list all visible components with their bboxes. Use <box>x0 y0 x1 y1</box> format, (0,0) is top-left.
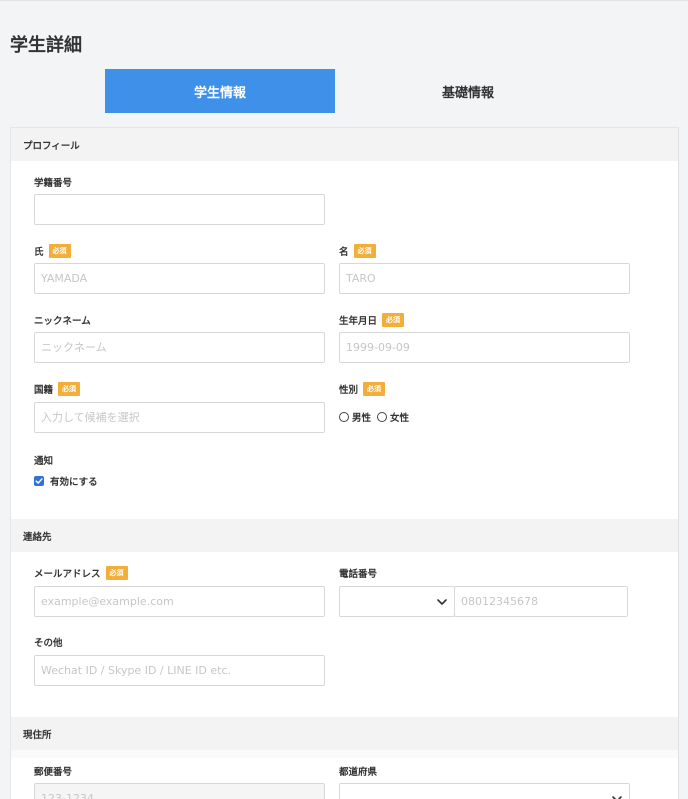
phone-number-input[interactable] <box>454 586 628 617</box>
postal-code-label: 郵便番号 <box>34 763 72 779</box>
notification-checkbox-label: 有効にする <box>50 477 98 488</box>
nickname-label-text: ニックネーム <box>34 316 91 327</box>
first-name-label-text: 名 <box>339 247 349 258</box>
check-icon <box>35 478 43 484</box>
first-name-input[interactable] <box>339 263 630 294</box>
required-badge: 必須 <box>363 382 386 396</box>
required-badge: 必須 <box>48 244 71 258</box>
gender-label-text: 性別 <box>339 385 359 396</box>
prefecture-label-text: 都道府県 <box>339 767 378 778</box>
prefecture-label: 都道府県 <box>339 763 377 779</box>
nationality-label: 国籍 必須 <box>34 381 81 397</box>
notification-label-text: 通知 <box>34 456 54 467</box>
student-detail-card: プロフィール 学籍番号 氏 必須 名 必須 ニックネーム 生年月日 必須 国籍 … <box>10 127 679 799</box>
gender-option-female-label: 女性 <box>390 413 410 424</box>
chevron-down-icon <box>437 599 447 605</box>
section-header-profile: プロフィール <box>11 128 678 161</box>
tab-basic-info[interactable]: 基礎情報 <box>350 69 586 113</box>
last-name-label: 氏 必須 <box>34 243 71 259</box>
nationality-label-text: 国籍 <box>34 385 54 396</box>
gender-option-male-label: 男性 <box>352 413 372 424</box>
phone-label-text: 電話番号 <box>339 569 378 580</box>
first-name-label: 名 必須 <box>339 243 376 259</box>
other-contact-label-text: その他 <box>34 638 63 649</box>
last-name-input[interactable] <box>34 263 325 294</box>
tab-student-info[interactable]: 学生情報 <box>105 69 335 113</box>
gender-label: 性別 必須 <box>339 381 386 397</box>
other-contact-input[interactable] <box>34 655 325 686</box>
student-number-label-text: 学籍番号 <box>34 178 73 189</box>
required-badge: 必須 <box>382 313 405 327</box>
phone-country-select[interactable] <box>339 586 455 617</box>
section-header-contact: 連絡先 <box>11 519 678 552</box>
phone-label: 電話番号 <box>339 565 377 581</box>
other-contact-label: その他 <box>34 634 63 650</box>
birthdate-input[interactable] <box>339 332 630 363</box>
section-spacer <box>11 750 678 758</box>
postal-code-input[interactable] <box>34 783 325 799</box>
last-name-label-text: 氏 <box>34 247 44 258</box>
email-input[interactable] <box>34 586 325 617</box>
email-label-text: メールアドレス <box>34 569 101 580</box>
email-label: メールアドレス 必須 <box>34 565 128 581</box>
page-title: 学生詳細 <box>10 35 82 56</box>
required-badge: 必須 <box>58 382 81 396</box>
gender-option-male[interactable]: 男性 <box>339 410 371 424</box>
notification-label: 通知 <box>34 452 53 468</box>
birthdate-label: 生年月日 必須 <box>339 312 405 328</box>
nickname-label: ニックネーム <box>34 312 91 328</box>
student-number-label: 学籍番号 <box>34 174 72 190</box>
required-badge: 必須 <box>353 244 376 258</box>
required-badge: 必須 <box>105 566 128 580</box>
birthdate-label-text: 生年月日 <box>339 316 378 327</box>
student-number-input[interactable] <box>34 194 325 225</box>
chevron-down-icon <box>612 796 622 799</box>
nationality-input[interactable] <box>34 402 325 433</box>
postal-code-label-text: 郵便番号 <box>34 767 73 778</box>
gender-option-female[interactable]: 女性 <box>377 410 409 424</box>
top-divider <box>0 0 688 1</box>
radio-male[interactable] <box>339 412 349 422</box>
radio-female[interactable] <box>377 412 388 422</box>
gender-radio-group: 男性 女性 <box>339 410 415 424</box>
notification-checkbox[interactable] <box>34 476 44 486</box>
nickname-input[interactable] <box>34 332 325 363</box>
prefecture-select[interactable] <box>339 783 630 799</box>
notification-enable[interactable]: 有効にする <box>34 474 98 488</box>
section-header-address: 現住所 <box>11 717 678 750</box>
